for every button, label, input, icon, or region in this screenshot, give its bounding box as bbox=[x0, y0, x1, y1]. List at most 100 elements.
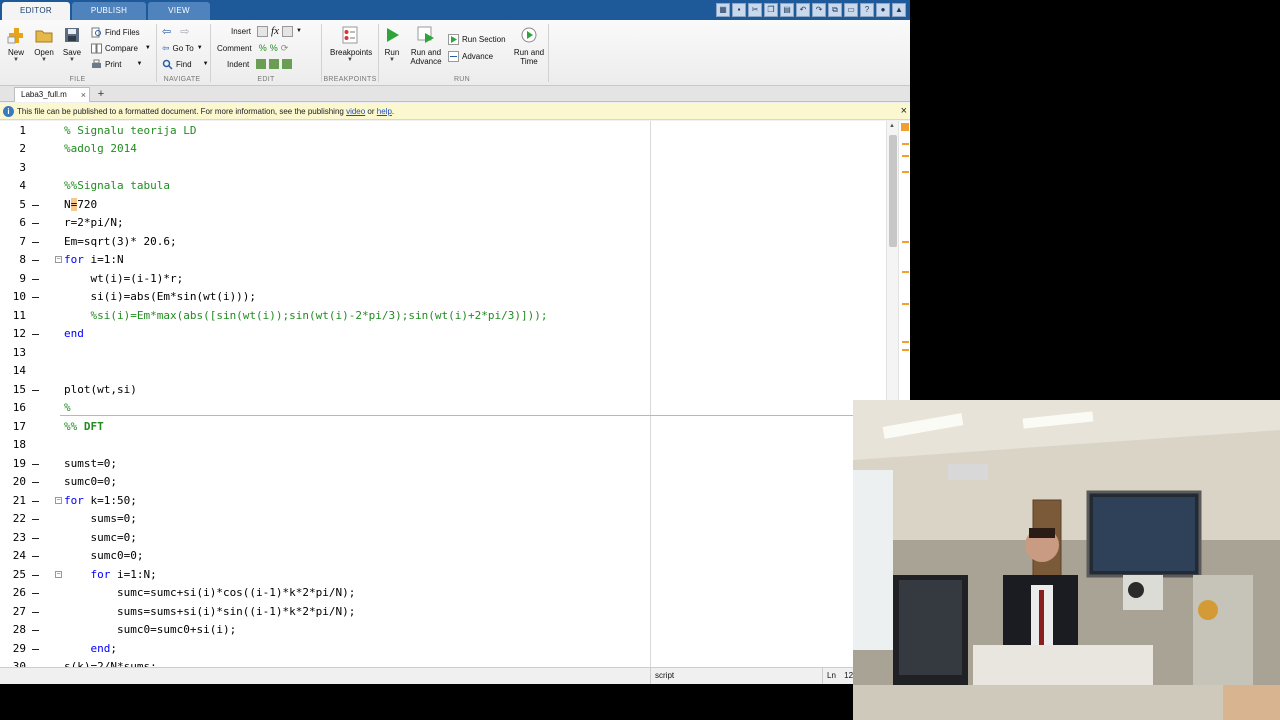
line-number-gutter[interactable]: 1 2 3 4 5 6 7 8 9 10 11 12 13 14 15 16 17 18 19 20 21 22 23 24 2… bbox=[0, 121, 42, 673]
insert-function-icon[interactable]: fx bbox=[271, 25, 279, 37]
run-button[interactable]: Run ▼ bbox=[377, 25, 407, 63]
help-link[interactable]: help bbox=[377, 107, 392, 116]
breakpoint-dash[interactable] bbox=[32, 223, 39, 224]
line-number[interactable]: 25 bbox=[0, 566, 26, 585]
open-button[interactable]: Open ▼ bbox=[29, 25, 59, 63]
breakpoint-dash[interactable] bbox=[32, 519, 39, 520]
back-arrow-icon[interactable]: ⇦ bbox=[162, 25, 171, 38]
line-number[interactable]: 29 bbox=[0, 640, 26, 659]
line-number[interactable]: 22 bbox=[0, 510, 26, 529]
warning-marker[interactable] bbox=[902, 303, 909, 305]
code-line[interactable]: for i=1:N bbox=[64, 251, 124, 270]
line-number[interactable]: 16 bbox=[0, 399, 26, 418]
new-button[interactable]: New ▼ bbox=[1, 25, 31, 63]
video-link[interactable]: video bbox=[346, 107, 365, 116]
breakpoint-dash[interactable] bbox=[32, 611, 39, 613]
line-number[interactable]: 18 bbox=[0, 436, 26, 455]
save-icon[interactable]: ▪ bbox=[732, 3, 746, 17]
go-to-button[interactable]: ⇦ Go To ▼ bbox=[162, 41, 203, 55]
code-line[interactable]: %adolg 2014 bbox=[64, 140, 137, 159]
tab-publish[interactable]: PUBLISH bbox=[72, 2, 146, 20]
breakpoint-dash[interactable] bbox=[32, 556, 39, 557]
breakpoint-dash[interactable] bbox=[32, 482, 39, 483]
line-number[interactable]: 7 bbox=[0, 233, 26, 252]
line-number[interactable]: 14 bbox=[0, 362, 26, 381]
breakpoint-dash[interactable] bbox=[32, 334, 39, 335]
forward-arrow-icon[interactable]: ⇨ bbox=[180, 25, 189, 38]
run-section-button[interactable]: Run Section bbox=[448, 32, 506, 46]
line-number[interactable]: 12 bbox=[0, 325, 26, 344]
code-text-area[interactable]: % Signalu teorija LD %adolg 2014 %%Signala… bbox=[60, 121, 886, 668]
code-line[interactable]: si(i)=abs(Em*sin(wt(i))); bbox=[64, 288, 256, 307]
breakpoint-dash[interactable] bbox=[32, 593, 39, 594]
breakpoint-dash[interactable] bbox=[32, 500, 39, 502]
breakpoint-dash[interactable] bbox=[32, 630, 39, 631]
breakpoint-dash[interactable] bbox=[32, 260, 39, 261]
line-number[interactable]: 15 bbox=[0, 381, 26, 400]
paste-icon[interactable]: ▤ bbox=[780, 3, 794, 17]
advance-button[interactable]: Advance bbox=[448, 49, 493, 63]
line-number[interactable]: 1 bbox=[0, 122, 26, 141]
increase-indent-icon[interactable] bbox=[269, 59, 280, 69]
decrease-indent-icon[interactable] bbox=[282, 59, 293, 69]
run-and-advance-button[interactable]: Run and Advance bbox=[408, 25, 444, 66]
help-icon[interactable]: ? bbox=[860, 3, 874, 17]
line-number[interactable]: 19 bbox=[0, 455, 26, 474]
code-editor[interactable]: 1 2 3 4 5 6 7 8 9 10 11 12 13 14 15 16 17 18 19 20 21 22 23 24 2… bbox=[0, 121, 910, 673]
warning-marker[interactable] bbox=[902, 143, 909, 145]
line-number[interactable]: 4 bbox=[0, 177, 26, 196]
minimize-ribbon-icon[interactable]: ● bbox=[876, 3, 890, 17]
document-tab-laba3[interactable]: Laba3_full.m × bbox=[14, 87, 90, 102]
line-number[interactable]: 5 bbox=[0, 196, 26, 215]
switch-windows-icon[interactable]: ⧉ bbox=[828, 3, 842, 17]
insert-button[interactable]: Insert fx ▼ bbox=[231, 24, 302, 38]
line-number[interactable]: 21 bbox=[0, 492, 26, 511]
breakpoint-dash[interactable] bbox=[32, 463, 39, 465]
line-number[interactable]: 9 bbox=[0, 270, 26, 289]
line-number[interactable]: 8 bbox=[0, 251, 26, 270]
scroll-up-arrow-icon[interactable]: ▲ bbox=[889, 123, 895, 129]
line-number[interactable]: 17 bbox=[0, 418, 26, 437]
compare-button[interactable]: Compare ▼ bbox=[91, 41, 151, 55]
code-line[interactable]: N=720 bbox=[64, 196, 97, 215]
scrollbar-thumb[interactable] bbox=[889, 135, 897, 247]
line-number[interactable]: 28 bbox=[0, 621, 26, 640]
close-infobar-icon[interactable]: × bbox=[901, 103, 907, 120]
line-number[interactable]: 11 bbox=[0, 307, 26, 326]
breakpoint-dash[interactable] bbox=[32, 241, 39, 243]
code-line[interactable]: plot(wt,si) bbox=[64, 381, 137, 400]
warning-marker[interactable] bbox=[902, 171, 909, 173]
breakpoint-dash[interactable] bbox=[32, 297, 39, 298]
code-line[interactable]: r=2*pi/N; bbox=[64, 214, 124, 233]
indent-button[interactable]: Indent bbox=[227, 57, 293, 71]
line-number[interactable]: 6 bbox=[0, 214, 26, 233]
close-tab-icon[interactable]: × bbox=[81, 88, 86, 102]
code-folding-column[interactable]: − − − bbox=[42, 121, 62, 667]
comment-button[interactable]: Comment % % ⟳ bbox=[217, 41, 288, 55]
code-line[interactable]: sumc0=0; bbox=[64, 473, 117, 492]
copy-icon[interactable]: ❐ bbox=[764, 3, 778, 17]
find-button[interactable]: Find ▼ bbox=[162, 57, 209, 71]
redo-icon[interactable]: ↷ bbox=[812, 3, 826, 17]
tab-editor[interactable]: EDITOR bbox=[2, 2, 70, 20]
line-number[interactable]: 23 bbox=[0, 529, 26, 548]
code-line[interactable]: sumc=sumc+si(i)*cos((i-1)*k*2*pi/N); bbox=[64, 584, 355, 603]
warning-marker[interactable] bbox=[902, 241, 909, 243]
code-line[interactable]: end bbox=[64, 325, 84, 344]
wrap-comment-icon[interactable]: ⟳ bbox=[281, 43, 289, 54]
insert-symbol-icon[interactable] bbox=[281, 25, 293, 37]
code-line[interactable]: s(k)=2/N*sums; bbox=[64, 658, 157, 667]
dock-icon[interactable]: ▭ bbox=[844, 3, 858, 17]
code-line[interactable]: %si(i)=Em*max(abs([sin(wt(i));sin(wt(i)-… bbox=[64, 307, 547, 326]
line-number[interactable]: 27 bbox=[0, 603, 26, 622]
breakpoint-dash[interactable] bbox=[32, 574, 39, 576]
code-line[interactable]: for k=1:50; bbox=[64, 492, 137, 511]
warning-marker[interactable] bbox=[902, 341, 909, 343]
collapse-icon[interactable]: ▲ bbox=[892, 3, 906, 17]
code-line[interactable]: sumc=0; bbox=[64, 529, 136, 548]
line-number[interactable]: 26 bbox=[0, 584, 26, 603]
line-number[interactable]: 3 bbox=[0, 159, 26, 178]
insert-section-icon[interactable] bbox=[257, 25, 269, 37]
line-number[interactable]: 13 bbox=[0, 344, 26, 363]
warning-marker[interactable] bbox=[902, 349, 909, 351]
